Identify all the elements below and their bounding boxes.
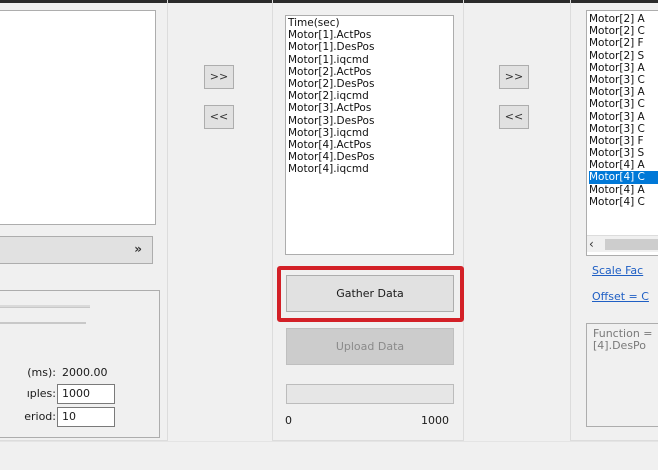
list-item[interactable]: Motor[4].ActPos <box>288 139 451 151</box>
list-item[interactable]: Motor[1].iqcmd <box>288 54 451 66</box>
list-item[interactable]: Motor[3] S <box>589 147 658 159</box>
list-item[interactable]: Motor[3] A <box>589 62 658 74</box>
list-item[interactable]: Motor[4].iqcmd <box>288 163 451 175</box>
samples-input[interactable]: 1000 <box>57 384 115 404</box>
scale-factor-link[interactable]: Scale Fac <box>592 264 643 277</box>
list-item[interactable]: Motor[4] C <box>589 171 658 184</box>
list-item[interactable]: Motor[3] A <box>589 86 658 98</box>
list-item[interactable]: Motor[3].iqcmd <box>288 127 451 139</box>
double-chevron-down-icon[interactable]: » <box>134 242 142 256</box>
add-variable-button[interactable]: >> <box>204 65 234 89</box>
samples-label: ıples: <box>26 387 56 400</box>
list-item[interactable]: Motor[2] F <box>589 37 658 49</box>
list-item[interactable]: Motor[3].ActPos <box>288 102 451 114</box>
function-box[interactable]: Function = [4].DesPo <box>586 323 658 427</box>
list-item[interactable]: Motor[2].iqcmd <box>288 90 451 102</box>
list-item[interactable]: Motor[1].ActPos <box>288 29 451 41</box>
left-combobox[interactable]: » <box>0 236 153 264</box>
remove-variable-button[interactable]: << <box>204 105 234 129</box>
gather-data-button[interactable]: Gather Data <box>286 275 454 312</box>
scroll-left-icon[interactable]: ‹ <box>589 237 594 251</box>
offset-link[interactable]: Offset = C <box>592 290 649 303</box>
list-item[interactable]: Motor[2] S <box>589 50 658 62</box>
bottom-divider <box>0 441 658 442</box>
list-item[interactable]: Motor[4] A <box>589 159 658 171</box>
list-item[interactable]: Motor[2].DesPos <box>288 78 451 90</box>
list-item[interactable]: Motor[1].DesPos <box>288 41 451 53</box>
slider-track[interactable] <box>0 305 90 308</box>
add-plot-button[interactable]: >> <box>499 65 529 89</box>
period-input[interactable]: 10 <box>57 407 115 427</box>
list-item[interactable]: Motor[3] C <box>589 98 658 110</box>
upload-data-button: Upload Data <box>286 328 454 365</box>
left-listbox[interactable] <box>0 10 156 225</box>
period-label: eriod: <box>24 410 56 423</box>
progress-bar <box>286 384 454 404</box>
scrollbar-thumb[interactable] <box>605 239 658 250</box>
progress-min-label: 0 <box>285 414 292 427</box>
horizontal-scrollbar[interactable]: ‹ <box>587 235 658 252</box>
list-item[interactable]: Time(sec) <box>288 17 451 29</box>
slider-track-2[interactable] <box>0 322 86 324</box>
duration-value: 2000.00 <box>62 366 108 379</box>
list-item[interactable]: Motor[3] A <box>589 111 658 123</box>
remove-plot-button[interactable]: << <box>499 105 529 129</box>
list-item[interactable]: Motor[4] A <box>589 184 658 196</box>
list-item[interactable]: Motor[2] C <box>589 25 658 37</box>
list-item[interactable]: Motor[4] C <box>589 196 658 208</box>
list-item[interactable]: Motor[3] C <box>589 123 658 135</box>
list-item[interactable]: Motor[3] F <box>589 135 658 147</box>
duration-label: (ms): <box>27 366 56 379</box>
gather-variables-list[interactable]: Time(sec) Motor[1].ActPos Motor[1].DesPos M… <box>285 15 454 255</box>
progress-max-label: 1000 <box>421 414 449 427</box>
list-item[interactable]: Motor[4].DesPos <box>288 151 451 163</box>
list-item[interactable]: Motor[3] C <box>589 74 658 86</box>
list-item[interactable]: Motor[3].DesPos <box>288 115 451 127</box>
function-line-2: [4].DesPo <box>593 339 647 352</box>
list-item[interactable]: Motor[2].ActPos <box>288 66 451 78</box>
plot-variables-list[interactable]: Motor[2] A Motor[2] C Motor[2] F Motor[2] S… <box>586 10 658 256</box>
list-item[interactable]: Motor[2] A <box>589 13 658 25</box>
